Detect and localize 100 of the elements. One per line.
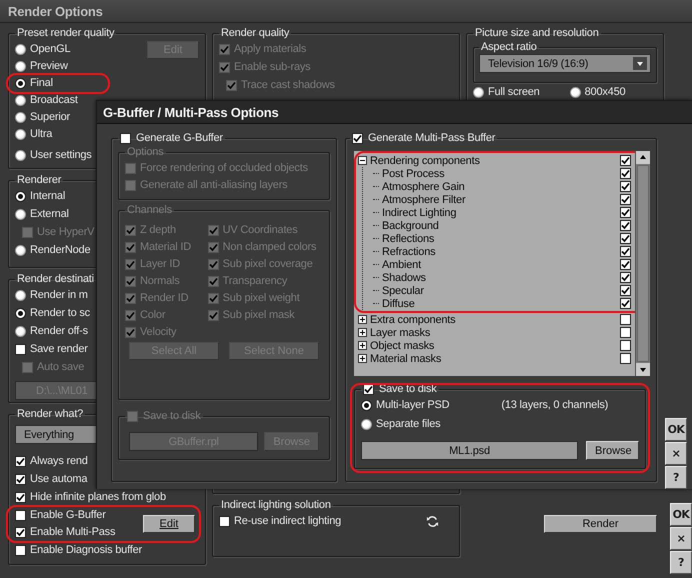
edit-button[interactable]: Edit	[143, 515, 195, 533]
checkbox[interactable]	[620, 314, 631, 325]
scroll-thumb[interactable]	[637, 165, 649, 362]
checkbox[interactable]	[15, 527, 26, 538]
group-title: Channels	[127, 204, 172, 217]
radio-button[interactable]	[15, 44, 26, 55]
radio-button[interactable]	[361, 400, 372, 411]
tree-item[interactable]: Atmosphere Filter	[382, 194, 466, 206]
checkbox[interactable]	[15, 474, 26, 485]
checkbox[interactable]	[620, 259, 631, 270]
checkbox[interactable]	[15, 510, 26, 521]
checkbox[interactable]	[15, 545, 26, 556]
checkbox[interactable]	[125, 242, 136, 253]
checkbox[interactable]	[208, 276, 219, 287]
checkbox[interactable]	[363, 384, 374, 395]
radio-button[interactable]	[473, 87, 484, 98]
checkbox[interactable]	[620, 340, 631, 351]
browse-button[interactable]: Browse	[586, 441, 639, 460]
checkbox[interactable]	[125, 310, 136, 321]
ok-button[interactable]: OK	[665, 418, 687, 441]
checkbox[interactable]	[620, 285, 631, 296]
checkbox[interactable]	[620, 327, 631, 338]
checkbox[interactable]	[620, 353, 631, 364]
tree-item[interactable]: Atmosphere Gain	[382, 180, 465, 192]
checkbox[interactable]	[15, 456, 26, 467]
checkbox[interactable]	[125, 327, 136, 338]
tree-item[interactable]: Ambient	[382, 258, 421, 270]
scroll-up-icon[interactable]	[636, 151, 650, 164]
checkbox[interactable]	[15, 492, 26, 503]
group-title: Render destinati	[17, 273, 94, 286]
radio-button[interactable]	[15, 209, 26, 220]
expand-icon[interactable]	[358, 354, 367, 363]
checkbox[interactable]	[620, 207, 631, 218]
checkbox[interactable]	[352, 133, 363, 144]
checkbox[interactable]	[125, 225, 136, 236]
checkbox[interactable]	[208, 293, 219, 304]
checkbox[interactable]	[208, 259, 219, 270]
radio-button[interactable]	[570, 87, 581, 98]
radio-button[interactable]	[15, 129, 26, 140]
radio-button[interactable]	[361, 419, 372, 430]
ok-button[interactable]: OK	[670, 503, 692, 526]
expand-icon[interactable]	[358, 341, 367, 350]
tree-item[interactable]: Specular	[382, 284, 424, 296]
radio-button[interactable]	[15, 95, 26, 106]
checkbox[interactable]	[620, 220, 631, 231]
checkbox[interactable]	[620, 168, 631, 179]
radio-button[interactable]	[15, 78, 26, 89]
render-button[interactable]: Render	[544, 515, 657, 533]
refresh-icon[interactable]	[426, 515, 439, 528]
checkbox[interactable]	[125, 180, 136, 191]
checkbox[interactable]	[620, 298, 631, 309]
expand-icon[interactable]	[358, 328, 367, 337]
tree-item[interactable]: Layer masks	[370, 326, 430, 338]
collapse-icon[interactable]	[358, 156, 367, 165]
close-button[interactable]: ×	[665, 442, 687, 465]
help-button[interactable]: ?	[670, 551, 692, 574]
checkbox[interactable]	[15, 344, 26, 355]
dropdown[interactable]: Television 16/9 (16:9)	[479, 54, 651, 73]
help-button[interactable]: ?	[665, 466, 687, 489]
checkbox[interactable]	[620, 155, 631, 166]
checkbox[interactable]	[620, 233, 631, 244]
tree-item[interactable]: Background	[382, 220, 439, 232]
tree-item[interactable]: Shadows	[382, 272, 426, 284]
option-label: Final	[30, 77, 53, 90]
scroll-down-icon[interactable]	[636, 363, 650, 376]
checkbox[interactable]	[125, 293, 136, 304]
radio-button[interactable]	[15, 150, 26, 161]
radio-button[interactable]	[15, 191, 26, 202]
scrollbar[interactable]	[635, 151, 650, 376]
tree-item[interactable]: Rendering components	[370, 154, 480, 166]
checkbox[interactable]	[219, 516, 230, 527]
checkbox[interactable]	[208, 310, 219, 321]
checkbox[interactable]	[125, 259, 136, 270]
tree-item[interactable]: Indirect Lighting	[382, 206, 456, 218]
radio-button[interactable]	[15, 112, 26, 123]
radio-button[interactable]	[15, 245, 26, 256]
checkbox[interactable]	[208, 242, 219, 253]
expand-icon[interactable]	[358, 315, 367, 324]
tree-item[interactable]: Post Process	[382, 168, 444, 180]
checkbox[interactable]	[620, 194, 631, 205]
tree-item[interactable]: Object masks	[370, 340, 434, 352]
radio-button[interactable]	[15, 61, 26, 72]
checkbox[interactable]	[620, 246, 631, 257]
radio-button[interactable]	[15, 290, 26, 301]
radio-button[interactable]	[15, 326, 26, 337]
tree-item[interactable]: Refractions	[382, 246, 436, 258]
radio-button[interactable]	[15, 308, 26, 319]
checkbox[interactable]	[120, 133, 131, 144]
checkbox[interactable]	[620, 181, 631, 192]
close-button[interactable]: ×	[670, 527, 692, 550]
file-field[interactable]: ML1.psd	[361, 441, 578, 460]
checkbox[interactable]	[125, 276, 136, 287]
tree-item[interactable]: Reflections	[382, 232, 434, 244]
checkbox[interactable]	[208, 225, 219, 236]
checkbox[interactable]	[620, 272, 631, 283]
tree-item[interactable]: Extra components	[370, 314, 456, 326]
tree-item[interactable]: Diffuse	[382, 298, 415, 310]
checkbox[interactable]	[127, 411, 138, 422]
checkbox[interactable]	[125, 163, 136, 174]
tree-item[interactable]: Material masks	[370, 352, 442, 364]
